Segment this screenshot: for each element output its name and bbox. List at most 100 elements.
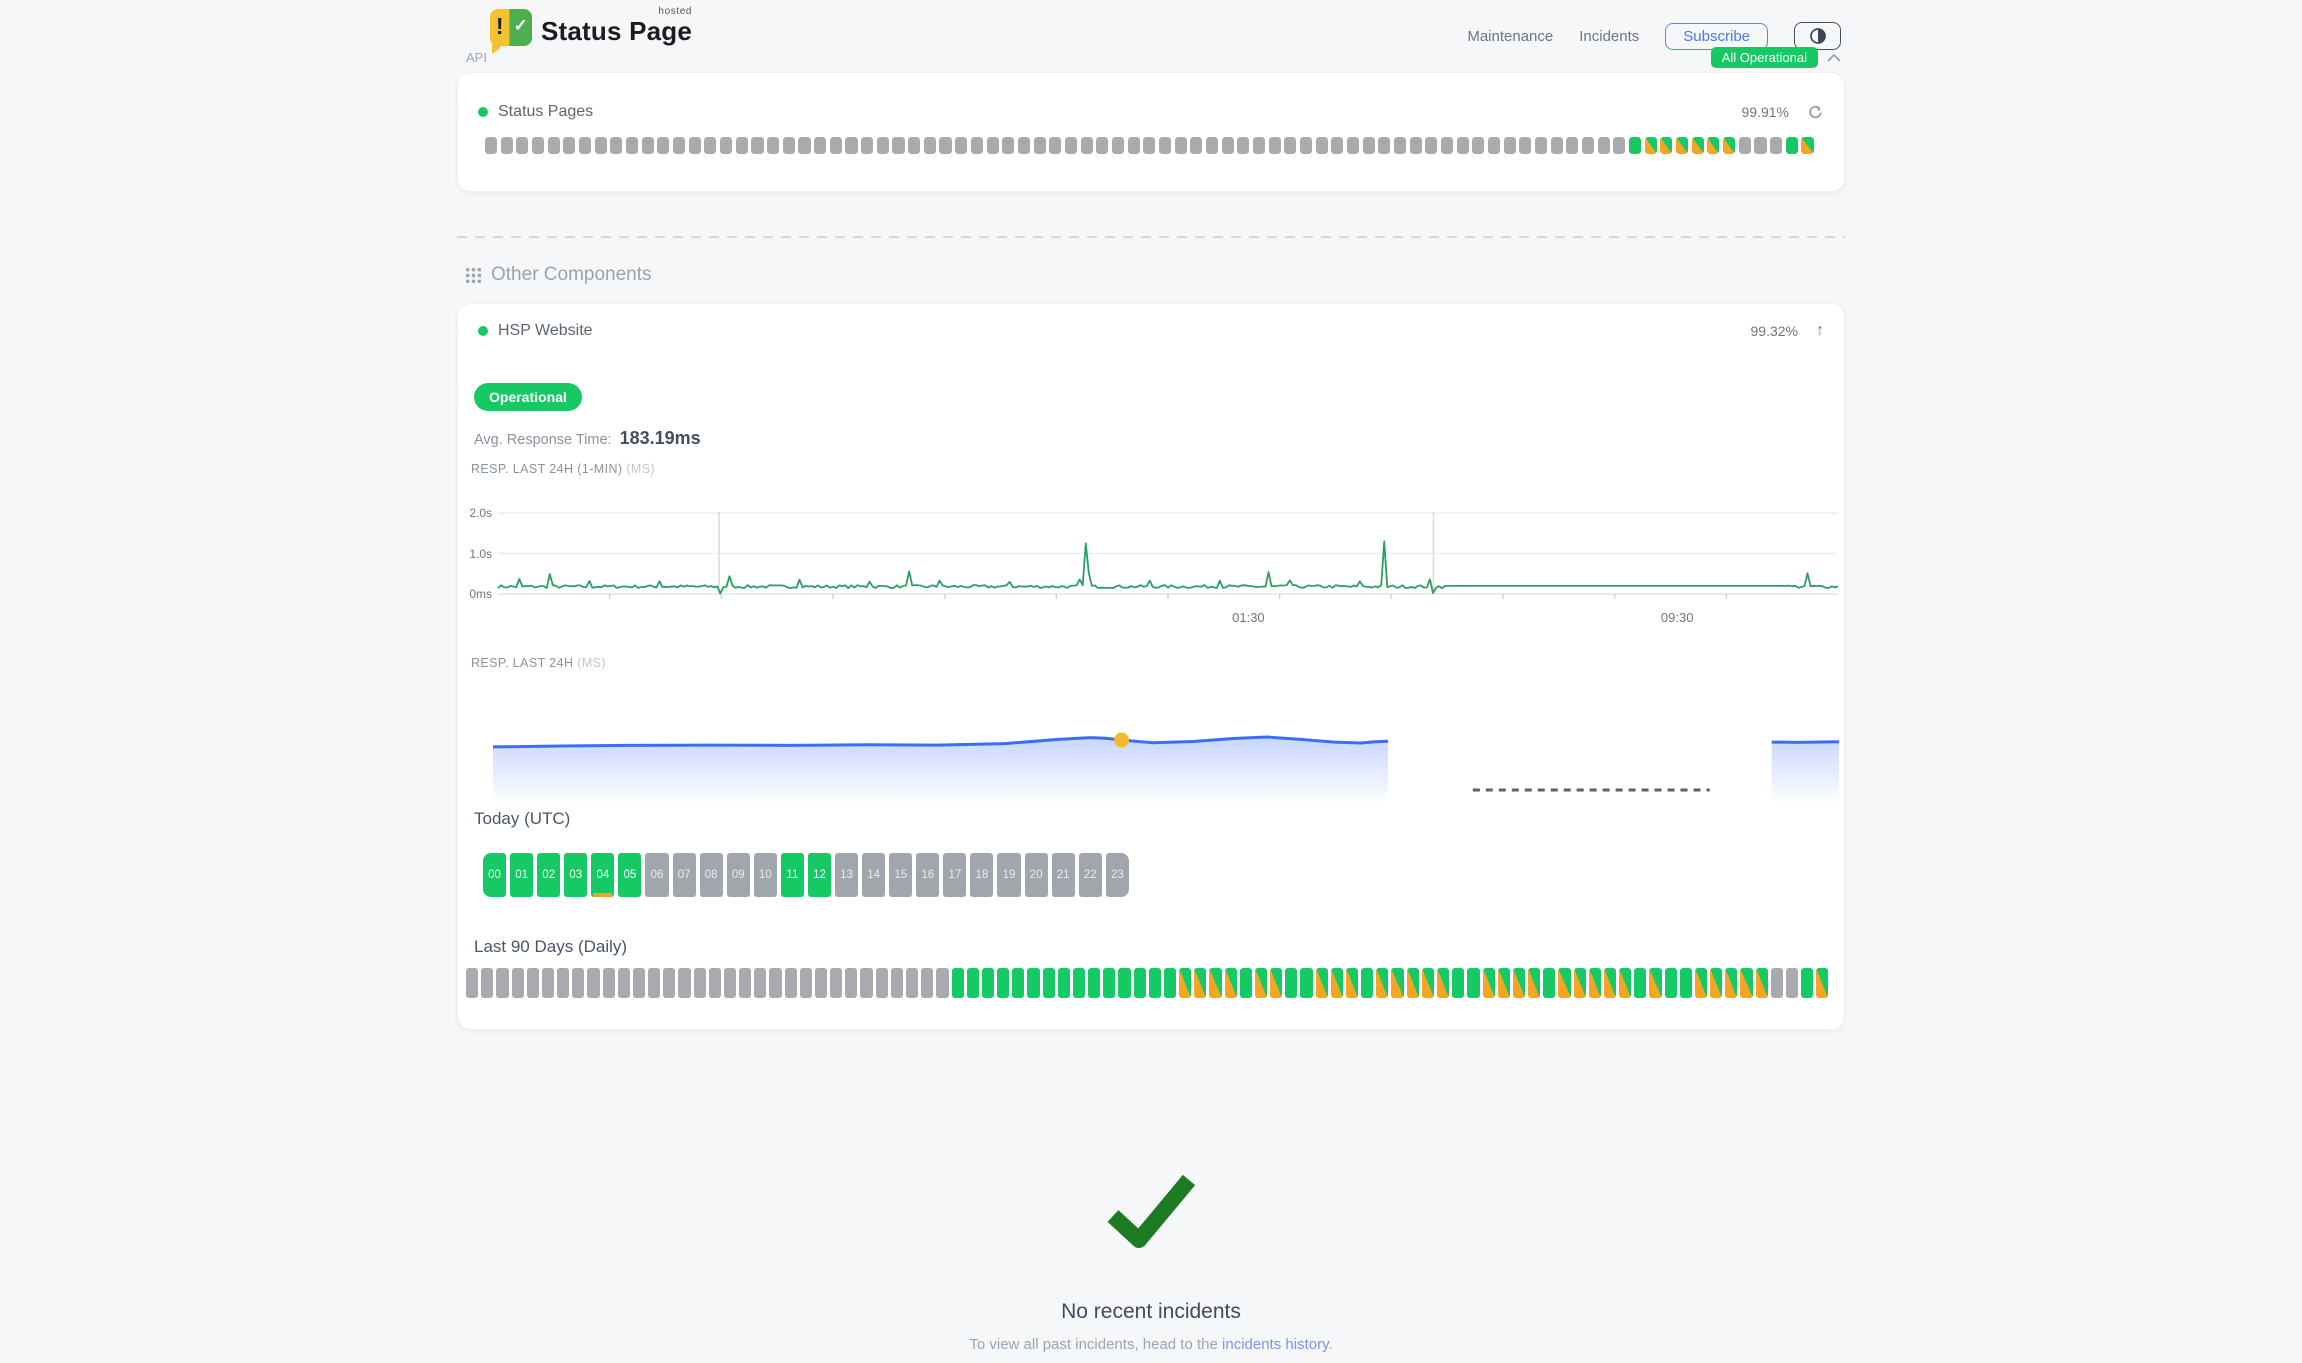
last90-strip[interactable] [466, 968, 1829, 998]
exclamation-icon: ! [490, 13, 509, 40]
uptime-bar [1723, 137, 1735, 154]
response-minute-chart[interactable]: 01:3009:30 2.0s1.0s0ms [458, 498, 1844, 633]
uptime-bar [739, 968, 751, 998]
uptime-bar [704, 137, 716, 154]
uptime-bar [1513, 968, 1525, 998]
avg-response-label: Avg. Response Time: [474, 432, 612, 448]
uptime-bar [861, 137, 873, 154]
status-dot [478, 107, 488, 117]
hour-block: 15 [889, 853, 912, 897]
uptime-bar [1347, 137, 1359, 154]
x-axis-label: 09:30 [1661, 610, 1694, 625]
hour-block: 19 [997, 853, 1020, 897]
uptime-bar [1786, 137, 1798, 154]
uptime-bar [1604, 968, 1616, 998]
chevron-up-icon[interactable] [1827, 53, 1841, 62]
uptime-bar [1134, 968, 1146, 998]
uptime-bar [709, 968, 721, 998]
uptime-bar [648, 968, 660, 998]
hour-block: 02 [537, 853, 560, 897]
uptime-bar [1190, 137, 1202, 154]
uptime-bar [1613, 137, 1625, 154]
refresh-icon[interactable] [1807, 104, 1824, 121]
uptime-bar [1073, 968, 1085, 998]
uptime-bar [1634, 968, 1646, 998]
uptime-bar [1255, 968, 1267, 998]
uptime-bar [1394, 137, 1406, 154]
uptime-bar [908, 137, 920, 154]
top-nav: Maintenance Incidents Subscribe [1467, 22, 1841, 50]
other-components-header: Other Components [466, 264, 652, 286]
today-title: Today (UTC) [474, 809, 570, 829]
uptime-bar [1528, 968, 1540, 998]
uptime-bar [603, 968, 615, 998]
uptime-bar [689, 137, 701, 154]
uptime-bar [678, 968, 690, 998]
uptime-bar [1457, 137, 1469, 154]
hour-block: 18 [970, 853, 993, 897]
big-check-icon [1103, 1172, 1199, 1248]
hour-block: 01 [510, 853, 533, 897]
hour-block: 09 [727, 853, 750, 897]
hour-block: 20 [1025, 853, 1048, 897]
uptime-bar [1676, 137, 1688, 154]
uptime-bar [724, 968, 736, 998]
uptime-bar [1660, 137, 1672, 154]
uptime-bar [1316, 968, 1328, 998]
website-component-card: HSP Website 99.32% ↑ Operational Avg. Re… [457, 303, 1845, 1030]
grid-icon [466, 268, 481, 283]
uptime-bar [1467, 968, 1479, 998]
uptime-bar [516, 137, 528, 154]
uptime-bar [694, 968, 706, 998]
uptime-bar [1771, 968, 1783, 998]
uptime-bar [830, 137, 842, 154]
x-axis-label: 01:30 [1232, 610, 1265, 625]
uptime-bar [1707, 137, 1719, 154]
incidents-history-link[interactable]: incidents history [1222, 1336, 1328, 1353]
group-header[interactable]: API All Operational [466, 47, 1841, 68]
uptime-bar [1206, 137, 1218, 154]
uptime-bar [1582, 137, 1594, 154]
uptime-bar [1027, 968, 1039, 998]
trend-up-icon: ↑ [1816, 322, 1824, 340]
uptime-bar [798, 137, 810, 154]
uptime-bar [1269, 137, 1281, 154]
uptime-bar [1441, 137, 1453, 154]
uptime-bar [1391, 968, 1403, 998]
uptime-bar [1225, 968, 1237, 998]
uptime-bar [1488, 137, 1500, 154]
nav-maintenance[interactable]: Maintenance [1467, 28, 1553, 45]
uptime-bar [1619, 968, 1631, 998]
uptime-bar [1504, 137, 1516, 154]
nav-incidents[interactable]: Incidents [1579, 28, 1639, 45]
uptime-bar [1422, 968, 1434, 998]
theme-toggle-button[interactable] [1794, 22, 1841, 50]
response-area-svg [493, 702, 1839, 807]
uptime-bar [595, 137, 607, 154]
api-component-card: Status Pages 99.91% [457, 72, 1845, 192]
uptime-bar [1222, 137, 1234, 154]
uptime-bar [657, 137, 669, 154]
uptime-bar [501, 137, 513, 154]
uptime-bar [1300, 968, 1312, 998]
uptime-bar [1566, 137, 1578, 154]
subscribe-button[interactable]: Subscribe [1665, 23, 1768, 50]
uptime-bar [1194, 968, 1206, 998]
hour-block: 00 [483, 853, 506, 897]
uptime-bar [783, 137, 795, 154]
uptime-bar [481, 968, 493, 998]
today-hours-strip[interactable]: 0001020304050607080910111213141516171819… [483, 853, 1129, 897]
uptime-bar [1240, 968, 1252, 998]
uptime-bar [1034, 137, 1046, 154]
uptime-bar [967, 968, 979, 998]
uptime-bar [754, 968, 766, 998]
uptime-bar [982, 968, 994, 998]
uptime-bar [1498, 968, 1510, 998]
uptime-bar [1331, 137, 1343, 154]
response-day-chart[interactable] [493, 702, 1839, 808]
y-axis-label: 0ms [458, 587, 492, 601]
uptime-history-strip[interactable] [485, 137, 1814, 154]
uptime-bar [906, 968, 918, 998]
uptime-bar [512, 968, 524, 998]
uptime-bar [1665, 968, 1677, 998]
